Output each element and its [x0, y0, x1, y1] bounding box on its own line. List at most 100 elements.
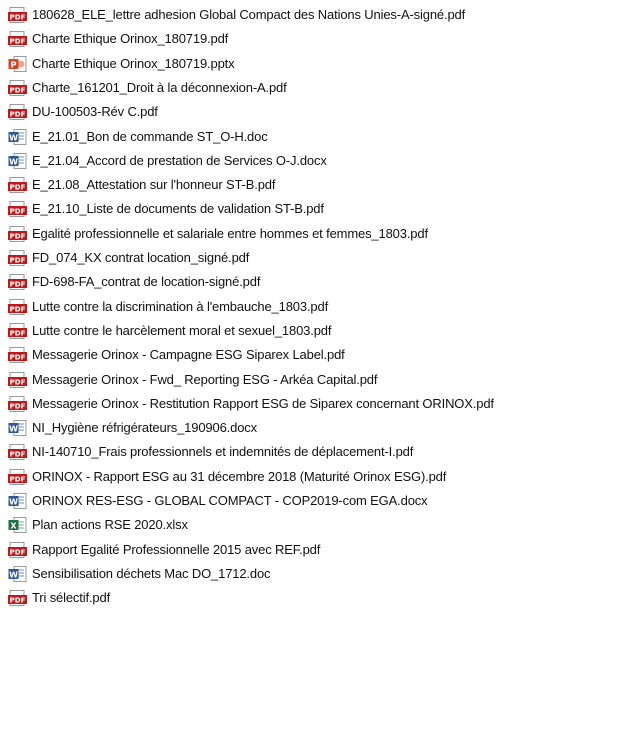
pdf-icon: PDF	[8, 274, 27, 290]
svg-text:W: W	[9, 133, 18, 142]
svg-text:W: W	[9, 157, 18, 166]
file-item[interactable]: X Plan actions RSE 2020.xlsx	[8, 514, 188, 536]
svg-text:PDF: PDF	[10, 257, 26, 265]
pdf-icon: PDF	[8, 226, 27, 242]
svg-text:W: W	[9, 570, 18, 579]
svg-text:PDF: PDF	[10, 87, 26, 95]
file-item[interactable]: PDF Charte Ethique Orinox_180719.pdf	[8, 28, 228, 50]
file-name: Lutte contre le harcèlement moral et sex…	[32, 323, 332, 338]
file-name: Messagerie Orinox - Fwd_ Reporting ESG -…	[32, 372, 378, 387]
file-item[interactable]: PDF Messagerie Orinox - Campagne ESG Sipa…	[8, 344, 345, 366]
pdf-icon: PDF	[8, 372, 27, 388]
file-name: E_21.04_Accord de prestation de Services…	[32, 153, 327, 168]
svg-text:PDF: PDF	[10, 281, 26, 289]
file-name: Charte Ethique Orinox_180719.pptx	[32, 56, 235, 71]
file-name: Plan actions RSE 2020.xlsx	[32, 517, 188, 532]
file-item[interactable]: PDF Tri sélectif.pdf	[8, 587, 110, 609]
svg-text:PDF: PDF	[10, 306, 26, 314]
file-item[interactable]: PDF Lutte contre la discrimination à l'em…	[8, 296, 328, 318]
svg-text:PDF: PDF	[10, 233, 26, 241]
file-item[interactable]: W E_21.04_Accord de prestation de Service…	[8, 150, 327, 172]
pdf-icon: PDF	[8, 201, 27, 217]
svg-text:PDF: PDF	[10, 38, 26, 46]
svg-text:PDF: PDF	[10, 111, 26, 119]
pdf-icon: PDF	[8, 469, 27, 485]
file-name: FD-698-FA_contrat de location-signé.pdf	[32, 274, 261, 289]
file-item[interactable]: PDF Egalité professionnelle et salariale …	[8, 223, 428, 245]
file-item[interactable]: PDF Messagerie Orinox - Restitution Rappo…	[8, 393, 494, 415]
file-item[interactable]: PDF 180628_ELE_lettre adhesion Global Com…	[8, 4, 465, 26]
pdf-icon: PDF	[8, 31, 27, 47]
file-item[interactable]: PDF ORINOX - Rapport ESG au 31 décembre 2…	[8, 466, 446, 488]
file-name: Lutte contre la discrimination à l'embau…	[32, 299, 329, 314]
svg-text:PDF: PDF	[10, 354, 26, 362]
file-item[interactable]: PDF E_21.08_Attestation sur l'honneur ST-…	[8, 174, 275, 196]
file-name: Rapport Egalité Professionnelle 2015 ave…	[32, 542, 321, 557]
word-icon: W	[8, 566, 27, 582]
pdf-icon: PDF	[8, 396, 27, 412]
file-name: ORINOX - Rapport ESG au 31 décembre 2018…	[32, 469, 447, 484]
file-name: ORINOX RES-ESG - GLOBAL COMPACT - COP201…	[32, 493, 428, 508]
svg-text:PDF: PDF	[10, 476, 26, 484]
pdf-icon: PDF	[8, 323, 27, 339]
file-item[interactable]: PDF Rapport Egalité Professionnelle 2015 …	[8, 539, 320, 561]
pdf-icon: PDF	[8, 250, 27, 266]
file-item[interactable]: PDF DU-100503-Rév C.pdf	[8, 101, 158, 123]
file-name: E_21.10_Liste de documents de validation…	[32, 201, 324, 216]
svg-text:PDF: PDF	[10, 451, 26, 459]
pdf-icon: PDF	[8, 590, 27, 606]
word-icon: W	[8, 129, 27, 145]
file-name: 180628_ELE_lettre adhesion Global Compac…	[32, 7, 466, 22]
file-item[interactable]: W E_21.01_Bon de commande ST_O-H.doc	[8, 126, 268, 148]
file-name: E_21.08_Attestation sur l'honneur ST-B.p…	[32, 177, 276, 192]
svg-text:PDF: PDF	[10, 14, 26, 22]
file-name: DU-100503-Rév C.pdf	[32, 104, 158, 119]
file-item[interactable]: PDF FD-698-FA_contrat de location-signé.p…	[8, 271, 260, 293]
file-item[interactable]: PDF Lutte contre le harcèlement moral et …	[8, 320, 331, 342]
svg-text:PDF: PDF	[10, 208, 26, 216]
svg-text:PDF: PDF	[10, 330, 26, 338]
svg-text:P: P	[11, 60, 17, 69]
file-item[interactable]: W NI_Hygiène réfrigérateurs_190906.docx	[8, 417, 257, 439]
pdf-icon: PDF	[8, 80, 27, 96]
pdf-icon: PDF	[8, 542, 27, 558]
pdf-icon: PDF	[8, 7, 27, 23]
file-name: Charte_161201_Droit à la déconnexion-A.p…	[32, 80, 287, 95]
word-icon: W	[8, 153, 27, 169]
file-item[interactable]: W ORINOX RES-ESG - GLOBAL COMPACT - COP20…	[8, 490, 428, 512]
pdf-icon: PDF	[8, 347, 27, 363]
file-item[interactable]: W Sensibilisation déchets Mac DO_1712.doc	[8, 563, 271, 585]
file-item[interactable]: PDF NI-140710_Frais professionnels et ind…	[8, 441, 413, 463]
file-name: NI-140710_Frais professionnels et indemn…	[32, 444, 414, 459]
word-icon: W	[8, 420, 27, 436]
powerpoint-icon: P	[8, 56, 27, 72]
svg-text:X: X	[10, 521, 17, 530]
pdf-icon: PDF	[8, 177, 27, 193]
file-item[interactable]: PDF Charte_161201_Droit à la déconnexion-…	[8, 77, 287, 99]
file-name: Charte Ethique Orinox_180719.pdf	[32, 31, 229, 46]
file-item[interactable]: PDF Messagerie Orinox - Fwd_ Reporting ES…	[8, 369, 377, 391]
file-name: Egalité professionnelle et salariale ent…	[32, 226, 428, 241]
file-name: Sensibilisation déchets Mac DO_1712.doc	[32, 566, 271, 581]
file-item[interactable]: PDF FD_074_KX contrat location_signé.pdf	[8, 247, 249, 269]
file-name: Messagerie Orinox - Restitution Rapport …	[32, 396, 494, 411]
file-name: FD_074_KX contrat location_signé.pdf	[32, 250, 250, 265]
pdf-icon: PDF	[8, 104, 27, 120]
svg-text:PDF: PDF	[10, 379, 26, 387]
excel-icon: X	[8, 517, 27, 533]
pdf-icon: PDF	[8, 444, 27, 460]
svg-text:PDF: PDF	[10, 403, 26, 411]
file-name: E_21.01_Bon de commande ST_O-H.doc	[32, 129, 268, 144]
svg-text:PDF: PDF	[10, 597, 26, 605]
svg-text:W: W	[9, 424, 18, 433]
file-name: Messagerie Orinox - Campagne ESG Siparex…	[32, 347, 345, 362]
file-item[interactable]: PDF E_21.10_Liste de documents de validat…	[8, 198, 324, 220]
pdf-icon: PDF	[8, 299, 27, 315]
file-name: Tri sélectif.pdf	[32, 590, 111, 605]
word-icon: W	[8, 493, 27, 509]
file-item[interactable]: P Charte Ethique Orinox_180719.pptx	[8, 53, 235, 75]
file-name: NI_Hygiène réfrigérateurs_190906.docx	[32, 420, 257, 435]
file-list: PDF 180628_ELE_lettre adhesion Global Com…	[0, 0, 624, 729]
svg-text:PDF: PDF	[10, 184, 26, 192]
svg-text:PDF: PDF	[10, 549, 26, 557]
